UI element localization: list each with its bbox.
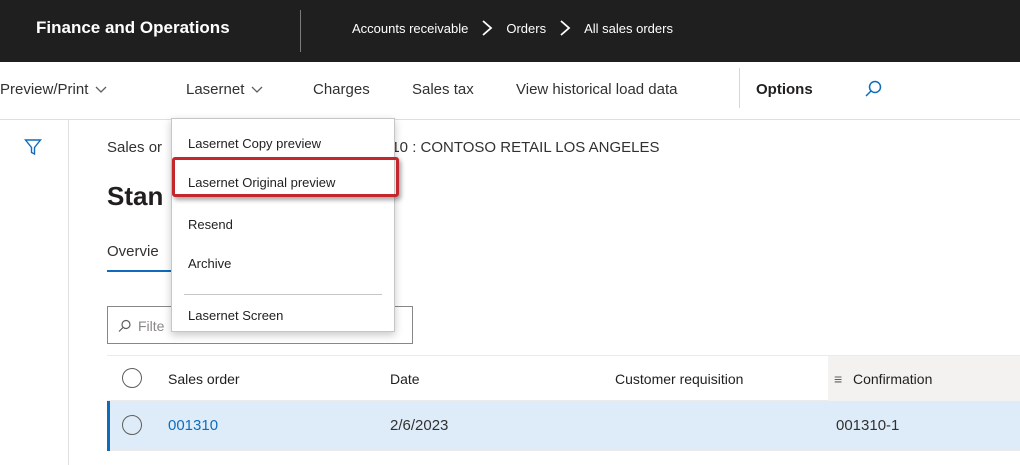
breadcrumb: Accounts receivable Orders All sales ord…: [352, 20, 673, 36]
column-header-sales-order[interactable]: Sales order: [168, 371, 240, 387]
lasernet-menu-button[interactable]: Lasernet: [186, 81, 263, 98]
options-tab[interactable]: Options: [756, 81, 813, 98]
chevron-down-icon: [95, 86, 107, 93]
row-select-radio[interactable]: [122, 415, 142, 435]
filter-placeholder: Filte: [138, 318, 165, 334]
lasernet-label: Lasernet: [186, 81, 245, 98]
sort-icon: ≡: [834, 371, 843, 387]
app-title[interactable]: Finance and Operations: [36, 18, 230, 38]
search-icon: [118, 319, 131, 332]
confirmation-cell: 001310-1: [836, 417, 900, 434]
page-heading: Stan: [107, 181, 164, 211]
topbar-divider: [300, 10, 301, 52]
charges-button[interactable]: Charges: [313, 81, 370, 98]
column-header-date[interactable]: Date: [390, 371, 420, 387]
highlight-annotation: [172, 157, 399, 197]
menu-item-resend[interactable]: Resend: [188, 217, 233, 232]
action-pane: Preview/Print Lasernet Charges Sales tax…: [0, 62, 1020, 120]
record-caption: Sales or: [107, 139, 163, 156]
top-navigation-bar: Finance and Operations Accounts receivab…: [0, 0, 1020, 62]
search-icon[interactable]: [864, 79, 884, 99]
preview-print-label: Preview/Print: [0, 81, 89, 98]
date-cell: 2/6/2023: [390, 417, 449, 434]
table-row[interactable]: 001310 2/6/2023 001310-1: [107, 401, 1020, 451]
select-all-radio[interactable]: [122, 368, 142, 388]
preview-print-menu-button[interactable]: Preview/Print: [0, 81, 107, 98]
action-divider: [739, 68, 740, 108]
chevron-down-icon: [251, 86, 263, 93]
tab-overview[interactable]: Overvie: [107, 243, 159, 260]
menu-item-archive[interactable]: Archive: [188, 256, 231, 271]
row-selected-indicator: [107, 401, 110, 451]
chevron-right-icon: [480, 20, 494, 36]
breadcrumb-accounts-receivable[interactable]: Accounts receivable: [352, 21, 468, 36]
column-header-customer-requisition[interactable]: Customer requisition: [615, 371, 743, 387]
column-header-confirmation[interactable]: Confirmation: [853, 371, 932, 387]
filter-icon[interactable]: [24, 138, 42, 156]
view-historical-load-data-button[interactable]: View historical load data: [516, 81, 677, 98]
menu-separator: [184, 294, 382, 295]
grid-header: Sales order Date Customer requisition ≡ …: [107, 355, 1020, 402]
chevron-right-icon: [558, 20, 572, 36]
record-caption-customer: 310 : CONTOSO RETAIL LOS ANGELES: [383, 139, 660, 156]
sales-order-link[interactable]: 001310: [168, 417, 218, 434]
breadcrumb-orders[interactable]: Orders: [506, 21, 546, 36]
left-filter-pane: [0, 120, 69, 465]
sales-tax-button[interactable]: Sales tax: [412, 81, 474, 98]
menu-item-lasernet-copy-preview[interactable]: Lasernet Copy preview: [188, 136, 321, 151]
breadcrumb-all-sales-orders[interactable]: All sales orders: [584, 21, 673, 36]
lasernet-dropdown-menu: Lasernet Copy preview Lasernet Original …: [171, 118, 395, 332]
menu-item-lasernet-screen[interactable]: Lasernet Screen: [188, 308, 283, 323]
tab-active-indicator: [107, 270, 173, 272]
